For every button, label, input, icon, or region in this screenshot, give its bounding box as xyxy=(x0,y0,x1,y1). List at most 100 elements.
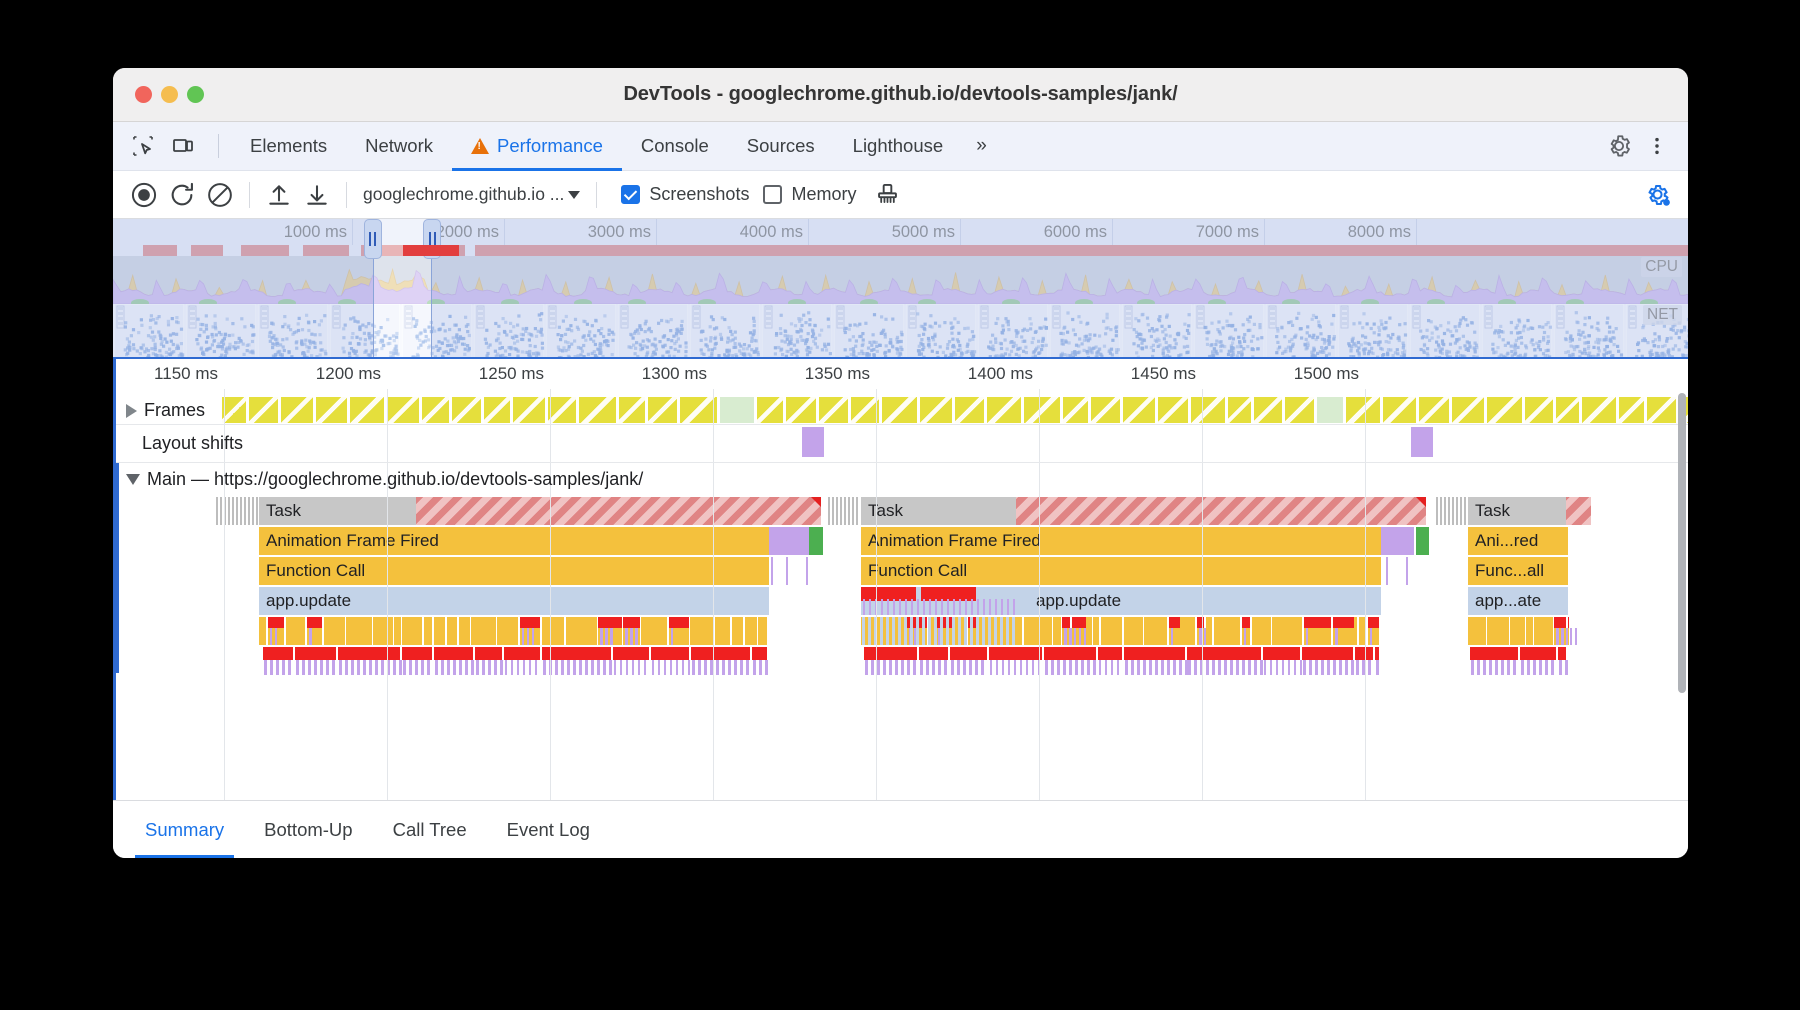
event-micro-layout[interactable] xyxy=(630,628,633,645)
event-function-call[interactable]: Function Call xyxy=(259,557,769,585)
event-layout-micro[interactable] xyxy=(338,660,342,675)
event-micro-thin[interactable] xyxy=(970,617,973,645)
task-ticks[interactable] xyxy=(828,497,858,525)
event-layout-micro[interactable] xyxy=(1098,660,1102,675)
event-micro-layout[interactable] xyxy=(309,628,312,645)
event-task[interactable]: Task xyxy=(861,497,1016,525)
tab-lighthouse[interactable]: Lighthouse xyxy=(834,122,963,170)
event-micro-layout[interactable] xyxy=(269,628,273,645)
event-micro-thin[interactable] xyxy=(928,617,931,645)
event-recalculate-style[interactable] xyxy=(1470,647,1519,660)
event-layout-micro[interactable] xyxy=(1565,660,1568,675)
event-recalculate-style[interactable] xyxy=(1302,647,1354,660)
event-recalculate-style[interactable] xyxy=(1375,647,1379,660)
event-micro[interactable] xyxy=(1123,617,1143,645)
event-layout-micro[interactable] xyxy=(739,660,743,675)
event-micro-thin[interactable] xyxy=(898,617,901,645)
more-tabs-button[interactable]: » xyxy=(962,135,1001,157)
frame-cell[interactable] xyxy=(648,397,677,423)
event-layout-micro[interactable] xyxy=(950,660,954,675)
event-recalculate-style[interactable] xyxy=(337,647,401,660)
save-profile-icon[interactable] xyxy=(298,176,336,214)
event-micro-layout[interactable] xyxy=(610,628,613,645)
event-micro[interactable] xyxy=(977,617,996,645)
event-layout-micro[interactable] xyxy=(1368,660,1371,675)
event-micro-layout[interactable] xyxy=(1243,628,1247,645)
event-layout-micro[interactable] xyxy=(721,660,725,675)
event-layout-micro[interactable] xyxy=(865,660,868,675)
event-layout-micro[interactable] xyxy=(344,660,348,675)
event-layout-thin[interactable] xyxy=(1001,599,1004,615)
collect-garbage-icon[interactable] xyxy=(868,176,906,214)
event-layout-micro[interactable] xyxy=(1137,660,1140,675)
event-micro-warning[interactable] xyxy=(1168,617,1181,628)
event-layout-micro[interactable] xyxy=(1263,660,1267,675)
event-micro[interactable] xyxy=(1023,617,1052,645)
event-recalculate-style[interactable] xyxy=(1124,647,1186,660)
event-micro-thin[interactable] xyxy=(904,617,907,645)
event-micro-layout[interactable] xyxy=(1064,628,1067,645)
event-micro-thin[interactable] xyxy=(916,617,919,645)
frame-cell[interactable] xyxy=(679,397,717,423)
event-layout-micro[interactable] xyxy=(1224,660,1228,675)
event-layout-thin[interactable] xyxy=(1406,557,1408,585)
event-app-update[interactable]: app...ate xyxy=(1468,587,1568,615)
event-layout-micro[interactable] xyxy=(1081,660,1084,675)
event-micro-thin[interactable] xyxy=(862,617,865,645)
reload-and-record-icon[interactable] xyxy=(163,176,201,214)
maximize-window-button[interactable] xyxy=(187,86,204,103)
frame-cell[interactable] xyxy=(1227,397,1251,423)
event-layout-micro[interactable] xyxy=(516,660,520,675)
event-micro[interactable] xyxy=(541,617,565,645)
event-micro[interactable] xyxy=(714,617,731,645)
event-layout-micro[interactable] xyxy=(1188,660,1192,675)
event-micro-layout[interactable] xyxy=(635,628,638,645)
event-layout-micro[interactable] xyxy=(510,660,514,675)
event-layout-micro[interactable] xyxy=(1559,660,1562,675)
frame-cell[interactable] xyxy=(955,397,985,423)
event-layout-thin[interactable] xyxy=(911,599,914,615)
event-layout-micro[interactable] xyxy=(752,660,756,675)
event-micro-thin[interactable] xyxy=(1012,617,1015,645)
track-label-layout-shifts[interactable]: Layout shifts xyxy=(142,433,243,454)
event-layout-micro[interactable] xyxy=(687,660,691,675)
event-recalculate-style[interactable] xyxy=(612,647,649,660)
event-micro-warning[interactable] xyxy=(1554,617,1567,628)
event-layout-micro[interactable] xyxy=(883,660,886,675)
event-layout-thin[interactable] xyxy=(905,599,908,615)
event-layout-micro[interactable] xyxy=(681,660,685,675)
flame-chart[interactable]: 1150 ms 1200 ms 1250 ms 1300 ms 1350 ms 1400 … xyxy=(113,359,1688,800)
frame-cell[interactable] xyxy=(1157,397,1188,423)
event-layout-micro[interactable] xyxy=(619,660,623,675)
event-layout-micro[interactable] xyxy=(733,660,737,675)
frame-cell[interactable] xyxy=(1091,397,1120,423)
event-task[interactable]: Task xyxy=(1468,497,1566,525)
event-function-call[interactable]: Func...all xyxy=(1468,557,1568,585)
event-micro[interactable] xyxy=(1526,617,1533,645)
event-layout-micro[interactable] xyxy=(295,660,299,675)
event-layout-micro[interactable] xyxy=(1075,660,1078,675)
close-window-button[interactable] xyxy=(135,86,152,103)
event-layout-micro[interactable] xyxy=(1513,660,1516,675)
event-layout-micro[interactable] xyxy=(522,660,526,675)
event-layout-micro[interactable] xyxy=(499,660,503,675)
event-recalculate-style[interactable] xyxy=(751,647,767,660)
event-micro-layout[interactable] xyxy=(600,628,603,645)
event-layout-micro[interactable] xyxy=(1351,660,1354,675)
event-micro[interactable] xyxy=(1468,617,1486,645)
event-micro-thin[interactable] xyxy=(910,617,913,645)
event-micro[interactable] xyxy=(1272,617,1303,645)
event-layout-micro[interactable] xyxy=(403,660,407,675)
event-layout-thin[interactable] xyxy=(923,599,926,615)
frame-cell[interactable] xyxy=(483,397,510,423)
event-micro-thin[interactable] xyxy=(964,617,967,645)
event-layout-micro[interactable] xyxy=(1327,660,1330,675)
tab-sources[interactable]: Sources xyxy=(728,122,834,170)
event-layout-micro[interactable] xyxy=(631,660,635,675)
event-layout-micro[interactable] xyxy=(877,660,880,675)
event-micro-thin[interactable] xyxy=(976,617,979,645)
event-micro[interactable] xyxy=(394,617,401,645)
frame-cell[interactable] xyxy=(785,397,817,423)
event-layout-micro[interactable] xyxy=(362,660,366,675)
event-layout-micro[interactable] xyxy=(1179,660,1182,675)
